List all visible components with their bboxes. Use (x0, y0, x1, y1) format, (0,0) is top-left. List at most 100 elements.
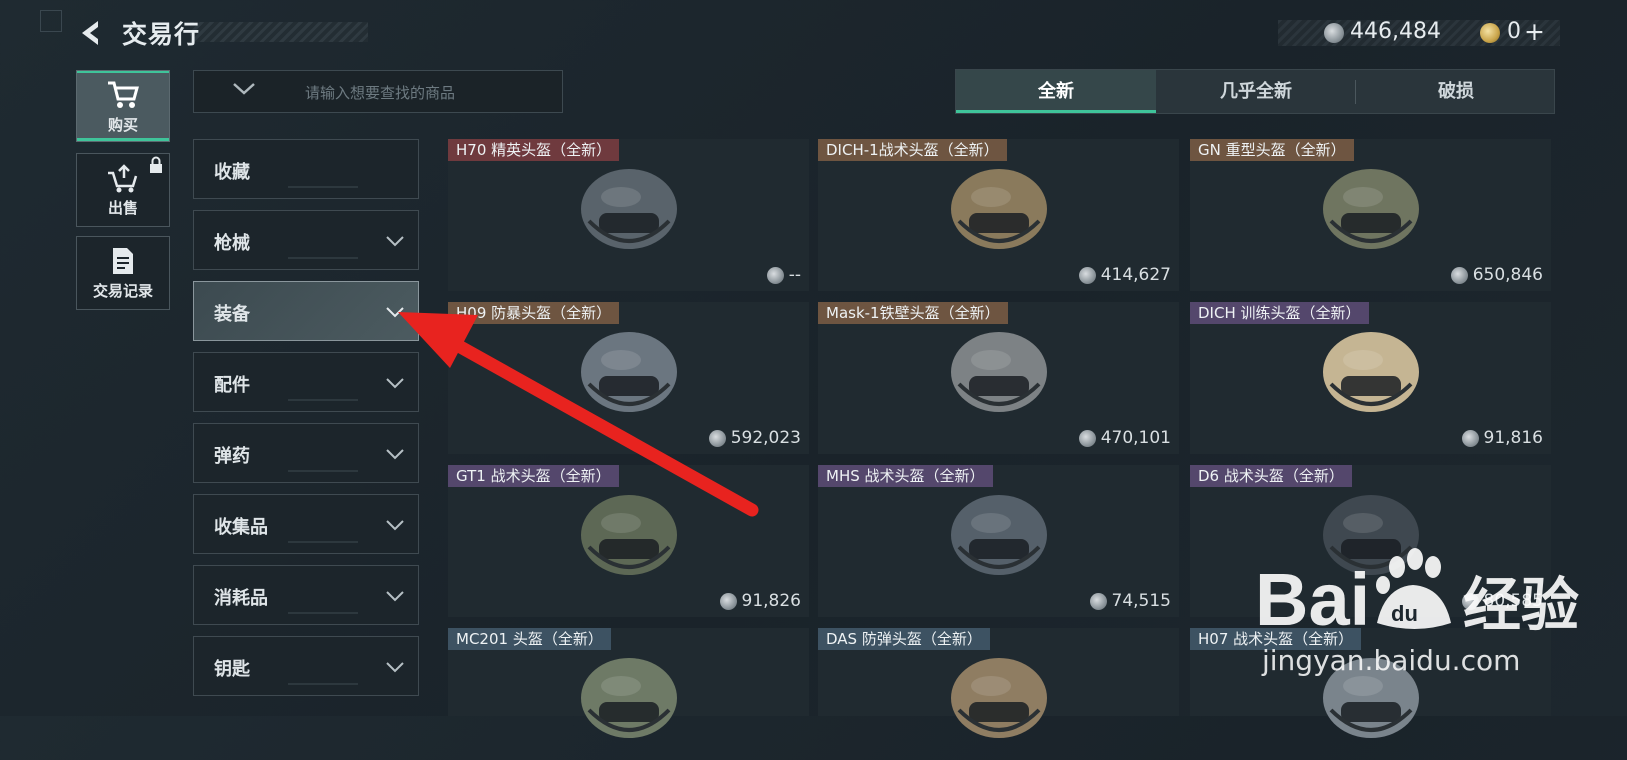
page-title: 交易行 (122, 20, 201, 49)
back-arrow-icon[interactable] (76, 18, 106, 48)
item-card[interactable]: DICH-1战术头盔（全新） 414,627 (818, 139, 1179, 291)
chevron-down-icon (386, 378, 404, 389)
item-name-tag: D6 战术头盔（全新） (1190, 465, 1352, 487)
nav-records-button[interactable]: 交易记录 (76, 236, 170, 310)
item-name-tag: H70 精英头盔（全新） (448, 139, 620, 161)
item-price-value: 74,515 (1111, 591, 1171, 611)
gold-balance: 0 (1507, 19, 1521, 44)
category-label: 弹药 (214, 446, 250, 467)
silver-coin-icon (719, 592, 737, 610)
item-name-tag: GN 重型头盔（全新） (1190, 139, 1354, 161)
category-label: 配件 (214, 375, 250, 396)
item-price-value: 470,101 (1100, 428, 1171, 448)
item-name-tag: GT1 战术头盔（全新） (448, 465, 619, 487)
nav-buy-label: 购买 (107, 116, 138, 134)
tab-new[interactable]: 全新 (956, 70, 1156, 113)
add-currency-button[interactable]: + (1524, 17, 1545, 46)
svg-text:du: du (1391, 601, 1418, 626)
item-card[interactable]: MC201 头盔（全新） (448, 628, 809, 738)
nav-records-label: 交易记录 (92, 282, 153, 300)
title-decoration (190, 22, 368, 42)
item-price-value: 592,023 (730, 428, 801, 448)
category-label: 装备 (214, 304, 250, 325)
chevron-down-icon (386, 662, 404, 673)
item-card[interactable]: DICH 训练头盔（全新） 91,816 (1190, 302, 1551, 454)
item-price: 650,846 (1450, 265, 1543, 285)
helmet-icon (950, 495, 1047, 575)
item-price-value: 91,826 (741, 591, 801, 611)
silver-coin-icon (1078, 429, 1096, 447)
item-price: 470,101 (1078, 428, 1171, 448)
item-price-value: -- (788, 265, 801, 285)
item-price-value: 91,816 (1483, 428, 1543, 448)
nav-buy-button[interactable]: 购买 (76, 70, 170, 142)
silver-coin-icon (1461, 429, 1479, 447)
svg-text:经验: 经验 (1463, 571, 1579, 639)
item-name-tag: H09 防暴头盔（全新） (448, 302, 620, 324)
category-label: 收集品 (214, 517, 268, 538)
category-collectibles[interactable]: 收集品 (193, 494, 419, 554)
silver-coin-icon (766, 266, 784, 284)
svg-text:Bai: Bai (1255, 558, 1370, 641)
category-keys[interactable]: 钥匙 (193, 636, 419, 696)
item-card[interactable]: MHS 战术头盔（全新） 74,515 (818, 465, 1179, 617)
helmet-icon (580, 332, 677, 412)
silver-coin-icon (1078, 266, 1096, 284)
category-label: 收藏 (214, 162, 250, 183)
silver-balance: 446,484 (1350, 19, 1441, 44)
silver-coin-icon (1324, 23, 1344, 43)
category-label: 枪械 (214, 233, 250, 254)
category-consumables[interactable]: 消耗品 (193, 565, 419, 625)
helmet-icon (580, 495, 677, 575)
chevron-down-icon (386, 307, 404, 318)
watermark-url: jingyan.baidu.com (1262, 644, 1521, 677)
category-firearms[interactable]: 枪械 (193, 210, 419, 270)
helmet-icon (1322, 332, 1419, 412)
category-equipment[interactable]: 装备 (193, 281, 419, 341)
category-label: 钥匙 (214, 659, 250, 680)
cart-icon (108, 81, 139, 108)
item-price: 592,023 (708, 428, 801, 448)
silver-coin-icon (1089, 592, 1107, 610)
chevron-down-icon (386, 449, 404, 460)
chevron-down-icon[interactable] (232, 81, 256, 97)
item-card[interactable]: GN 重型头盔（全新） 650,846 (1190, 139, 1551, 291)
chevron-down-icon (386, 236, 404, 247)
document-icon (113, 248, 133, 274)
helmet-icon (950, 169, 1047, 249)
item-name-tag: DAS 防弹头盔（全新） (818, 628, 990, 650)
item-card[interactable]: DAS 防弹头盔（全新） (818, 628, 1179, 738)
helmet-icon (950, 658, 1047, 738)
item-price-value: 650,846 (1472, 265, 1543, 285)
chevron-down-icon (386, 591, 404, 602)
category-attachments[interactable]: 配件 (193, 352, 419, 412)
condition-tabs: 全新 几乎全新 破损 (955, 69, 1555, 114)
silver-coin-icon (708, 429, 726, 447)
tab-almost-new[interactable]: 几乎全新 (1156, 70, 1356, 113)
category-ammo[interactable]: 弹药 (193, 423, 419, 483)
sell-cart-icon (108, 164, 138, 193)
tab-damaged[interactable]: 破损 (1356, 70, 1556, 113)
nav-sell-label: 出售 (107, 199, 138, 217)
item-price: 414,627 (1078, 265, 1171, 285)
item-card[interactable]: H09 防暴头盔（全新） 592,023 (448, 302, 809, 454)
silver-coin-icon (1450, 266, 1468, 284)
item-card[interactable]: GT1 战术头盔（全新） 91,826 (448, 465, 809, 617)
item-card[interactable]: Mask-1铁壁头盔（全新） 470,101 (818, 302, 1179, 454)
helmet-icon (1322, 169, 1419, 249)
item-name-tag: Mask-1铁壁头盔（全新） (818, 302, 1008, 324)
item-price: 74,515 (1089, 591, 1171, 611)
helmet-icon (580, 169, 677, 249)
item-name-tag: DICH 训练头盔（全新） (1190, 302, 1369, 324)
item-name-tag: MC201 头盔（全新） (448, 628, 611, 650)
lock-icon (148, 156, 164, 178)
gold-coin-icon (1480, 23, 1500, 43)
chevron-down-icon (386, 520, 404, 531)
category-label: 消耗品 (214, 588, 268, 609)
item-card[interactable]: H70 精英头盔（全新） -- (448, 139, 809, 291)
item-price: 91,826 (719, 591, 801, 611)
corner-frame (40, 10, 62, 32)
category-collection[interactable]: 收藏 (193, 139, 419, 199)
helmet-icon (580, 658, 677, 738)
item-price-value: 414,627 (1100, 265, 1171, 285)
